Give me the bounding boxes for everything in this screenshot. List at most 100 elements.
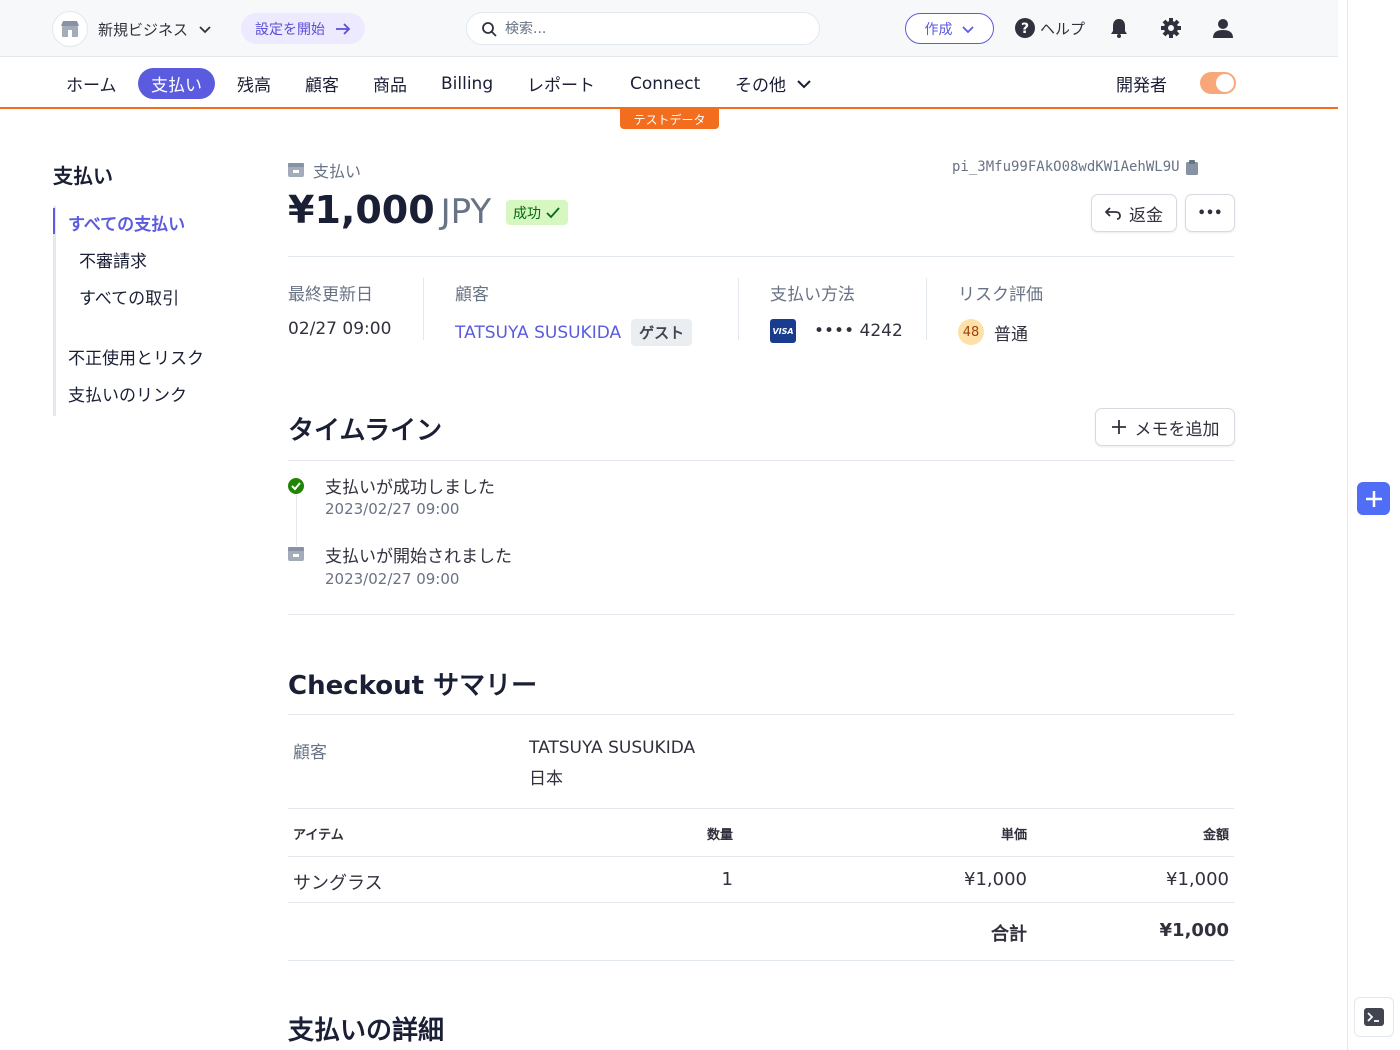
create-label: 作成 xyxy=(924,21,953,38)
payment-icon xyxy=(288,163,304,177)
column-header-qty: 数量 xyxy=(706,828,733,843)
setup-button[interactable]: 設定を開始 xyxy=(241,13,365,44)
total-value: ¥1,000 xyxy=(1159,920,1229,941)
refund-label: 返金 xyxy=(1129,205,1163,226)
payment-details-title: 支払いの詳細 xyxy=(288,1016,445,1046)
sidebar-title: 支払い xyxy=(53,164,113,188)
help-icon: ? xyxy=(1015,18,1035,38)
line-item-name: サングラス xyxy=(293,873,383,894)
more-actions-button[interactable]: ••• xyxy=(1185,194,1235,232)
sidebar-item-fraud-risk[interactable]: 不正使用とリスク xyxy=(68,344,204,369)
nav-home[interactable]: ホーム xyxy=(66,68,117,99)
toggle-knob xyxy=(1216,74,1234,92)
check-icon xyxy=(546,206,560,218)
divider xyxy=(288,714,1234,715)
clipboard-icon[interactable] xyxy=(1185,159,1198,175)
checkout-customer-name: TATSUYA SUSUKIDA xyxy=(529,738,696,758)
divider xyxy=(288,256,1234,257)
divider xyxy=(288,902,1234,903)
guest-tag: ゲスト xyxy=(631,319,693,346)
customer-label: 顧客 xyxy=(455,285,489,305)
payment-id-text: pi_3Mfu99FAkO08wdKW1AehWL9U xyxy=(952,159,1180,175)
divider xyxy=(926,278,927,340)
meta-updated: 最終更新日 02/27 09:00 xyxy=(288,280,391,339)
divider xyxy=(423,278,424,340)
create-button[interactable]: 作成 xyxy=(905,13,994,44)
timeline-connector xyxy=(296,494,297,546)
line-item-amount: ¥1,000 xyxy=(1166,869,1229,890)
timeline-title: タイムライン xyxy=(288,416,443,446)
nav-more[interactable]: その他 xyxy=(735,68,812,99)
risk-label: リスク評価 xyxy=(958,285,1043,305)
payment-amount: ¥1,000 JPY xyxy=(288,188,491,232)
plus-icon xyxy=(1365,490,1382,507)
payment-id[interactable]: pi_3Mfu99FAkO08wdKW1AehWL9U xyxy=(952,159,1198,175)
updated-label: 最終更新日 xyxy=(288,285,373,305)
gear-icon[interactable] xyxy=(1160,17,1182,39)
amount-value: ¥1,000 xyxy=(288,188,435,232)
divider xyxy=(288,808,1234,809)
nav-products[interactable]: 商品 xyxy=(373,68,407,99)
timeline-event-time: 2023/02/27 09:00 xyxy=(325,570,460,588)
timeline-event-time: 2023/02/27 09:00 xyxy=(325,500,460,518)
add-note-button[interactable]: メモを追加 xyxy=(1095,408,1235,446)
shell-button[interactable] xyxy=(1354,997,1394,1037)
payment-icon xyxy=(288,547,304,561)
customer-link[interactable]: TATSUYA SUSUKIDA xyxy=(455,323,621,343)
terminal-icon xyxy=(1364,1008,1384,1026)
main-nav: ホーム 支払い 残高 顧客 商品 Billing レポート Connect その… xyxy=(0,57,1338,109)
status-label: 成功 xyxy=(513,205,541,222)
meta-risk: リスク評価 48 普通 xyxy=(958,280,1043,345)
risk-level: 普通 xyxy=(994,324,1028,345)
setup-label: 設定を開始 xyxy=(255,20,325,37)
add-app-button[interactable] xyxy=(1357,482,1390,515)
column-header-item: アイテム xyxy=(293,828,344,843)
chevron-down-icon xyxy=(797,79,811,88)
right-tool-strip xyxy=(1347,0,1400,1050)
sidebar-item-disputes[interactable]: 不審請求 xyxy=(79,247,147,272)
chevron-down-icon xyxy=(199,26,211,34)
business-name: 新規ビジネス xyxy=(98,20,189,39)
search-icon xyxy=(482,21,497,37)
meta-payment-method: 支払い方法 VISA •••• 4242 xyxy=(770,280,903,343)
amount-currency: JPY xyxy=(440,192,492,232)
search-box[interactable] xyxy=(466,12,820,45)
divider xyxy=(288,460,1234,461)
total-label: 合計 xyxy=(991,924,1027,945)
sidebar-item-payment-links[interactable]: 支払いのリンク xyxy=(68,381,187,406)
card-last4: •••• 4242 xyxy=(814,321,903,341)
nav-payments[interactable]: 支払い xyxy=(138,68,215,99)
meta-customer: 顧客 TATSUYA SUSUKIDA ゲスト xyxy=(455,280,693,346)
column-header-unit-price: 単価 xyxy=(1000,828,1027,843)
help-button[interactable]: ? ヘルプ xyxy=(1014,17,1085,39)
nav-balances[interactable]: 残高 xyxy=(237,68,271,99)
help-label: ヘルプ xyxy=(1040,19,1086,38)
test-mode-toggle[interactable] xyxy=(1200,72,1236,94)
add-note-label: メモを追加 xyxy=(1134,419,1220,440)
nav-connect[interactable]: Connect xyxy=(630,68,700,99)
divider xyxy=(288,960,1234,961)
user-icon[interactable] xyxy=(1212,17,1234,39)
sidebar-rail xyxy=(53,206,56,416)
bell-icon[interactable] xyxy=(1108,17,1130,39)
line-item-unit-price: ¥1,000 xyxy=(964,869,1027,890)
divider xyxy=(288,614,1234,615)
risk-score-badge: 48 xyxy=(958,319,984,345)
line-item-qty: 1 xyxy=(721,869,733,890)
sidebar-active-indicator xyxy=(53,208,55,234)
undo-icon xyxy=(1105,207,1121,220)
nav-reports[interactable]: レポート xyxy=(527,68,595,99)
divider xyxy=(288,856,1234,857)
status-badge: 成功 xyxy=(506,200,568,225)
refund-button[interactable]: 返金 xyxy=(1091,194,1177,232)
sidebar-item-all-transactions[interactable]: すべての取引 xyxy=(79,284,179,309)
arrow-right-icon xyxy=(336,22,351,35)
business-switcher[interactable]: 新規ビジネス xyxy=(52,11,212,47)
timeline-event-title: 支払いが開始されました xyxy=(325,547,512,567)
breadcrumb[interactable]: 支払い xyxy=(288,158,361,182)
search-input[interactable] xyxy=(505,20,785,37)
nav-customers[interactable]: 顧客 xyxy=(305,68,339,99)
sidebar-item-all-payments[interactable]: すべての支払い xyxy=(68,210,185,235)
nav-billing[interactable]: Billing xyxy=(441,68,493,99)
nav-more-label: その他 xyxy=(735,76,786,96)
